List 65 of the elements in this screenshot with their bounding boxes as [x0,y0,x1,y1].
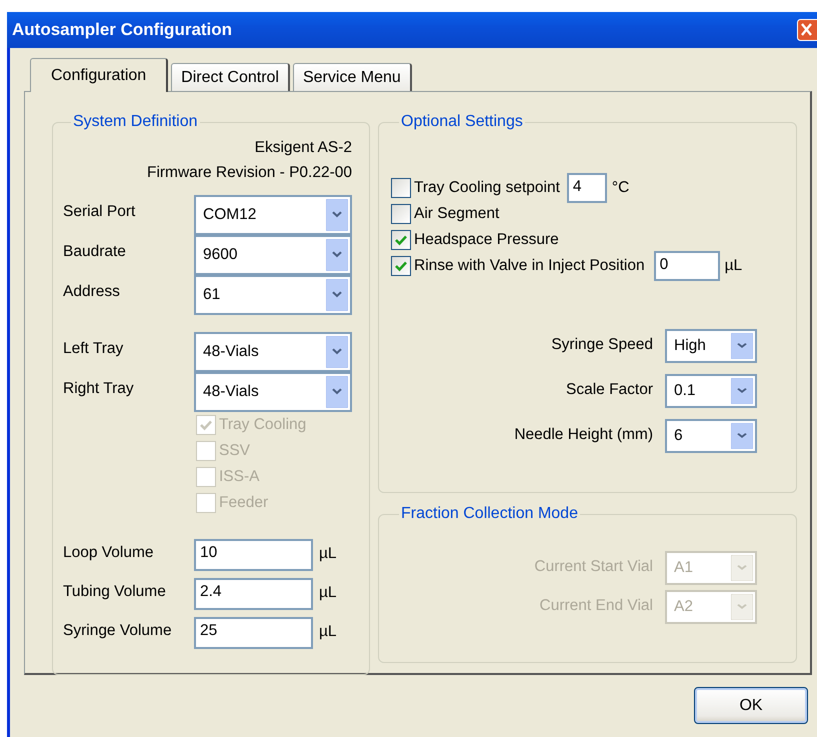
device-name: Eksigent AS-2 [254,138,352,158]
field-label: Scale Factor [564,380,653,399]
dropdown[interactable]: High [665,329,757,363]
field-label: Tubing Volume [63,582,167,601]
unit-label: °C [612,179,630,197]
checkbox-label: Rinse with Valve in Inject Position [414,257,645,275]
checkmark-icon [395,234,407,246]
dropdown[interactable]: COM12 [194,195,352,235]
checkbox-label: SSV [219,442,250,460]
dropdown[interactable]: 61 [194,275,352,315]
field-label: Left Tray [63,339,124,358]
input-field[interactable]: 10 [194,539,313,571]
field-label: Current Start Vial [533,557,653,576]
close-icon[interactable] [797,19,817,41]
ok-button[interactable]: OK [694,687,808,724]
checkbox-label: Air Segment [414,205,500,223]
field-label: Loop Volume [63,543,154,562]
dropdown[interactable]: 48-Vials [194,332,352,372]
dropdown-arrow-icon[interactable] [731,423,753,449]
dropdown[interactable]: 6 [665,419,757,453]
dropdown-arrow-icon[interactable] [731,378,753,404]
field-label: Syringe Speed [550,335,653,354]
field-label: Right Tray [63,379,135,398]
dropdown-arrow-icon[interactable] [326,376,348,408]
field-label: Serial Port [63,202,136,221]
field-label: Needle Height (mm) [513,425,653,444]
input-field[interactable]: 2.4 [194,578,313,610]
field-label: Address [63,282,121,301]
dropdown-arrow-icon[interactable] [326,279,348,311]
checkbox-label: Feeder [219,494,268,512]
checkmark-icon [200,420,212,430]
field-label: Syringe Volume [63,621,173,640]
unit-label: µL [319,622,337,641]
window-title: Autosampler Configuration [12,20,232,40]
dropdown[interactable]: 0.1 [665,374,757,408]
unit-label: µL [319,544,337,563]
dropdown-arrow-icon[interactable] [326,199,348,231]
checkbox[interactable] [391,178,411,198]
dropdown[interactable]: 9600 [194,235,352,275]
unit-label: µL [319,583,337,602]
checkbox-label: Tray Cooling setpoint [414,179,560,197]
dropdown[interactable]: 48-Vials [194,372,352,412]
unit-label: µL [724,257,742,275]
dropdown-arrow-icon[interactable] [326,239,348,271]
checkbox[interactable] [391,204,411,224]
group-title: Optional Settings [400,113,524,131]
checkbox-label: Tray Cooling [219,416,306,434]
checkbox-label: ISS-A [219,468,260,486]
checkbox-label: Headspace Pressure [414,231,559,249]
checkbox[interactable] [391,256,411,276]
group-title: Fraction Collection Mode [400,505,579,523]
dropdown-arrow-icon[interactable] [731,333,753,359]
input-field[interactable]: 0 [654,251,720,281]
input-field[interactable]: 4 [566,173,607,203]
dropdown-arrow-icon[interactable] [326,336,348,368]
input-field[interactable]: 25 [194,617,313,649]
field-label: Current End Vial [538,596,653,615]
field-label: Baudrate [63,242,127,261]
group-title: System Definition [72,113,198,131]
tab[interactable]: Service Menu [292,63,412,91]
tab[interactable]: Configuration [30,58,168,92]
checkbox[interactable] [391,230,411,250]
firmware-revision: Firmware Revision - P0.22-00 [146,163,352,183]
tab[interactable]: Direct Control [171,63,290,91]
checkmark-icon [395,260,407,272]
